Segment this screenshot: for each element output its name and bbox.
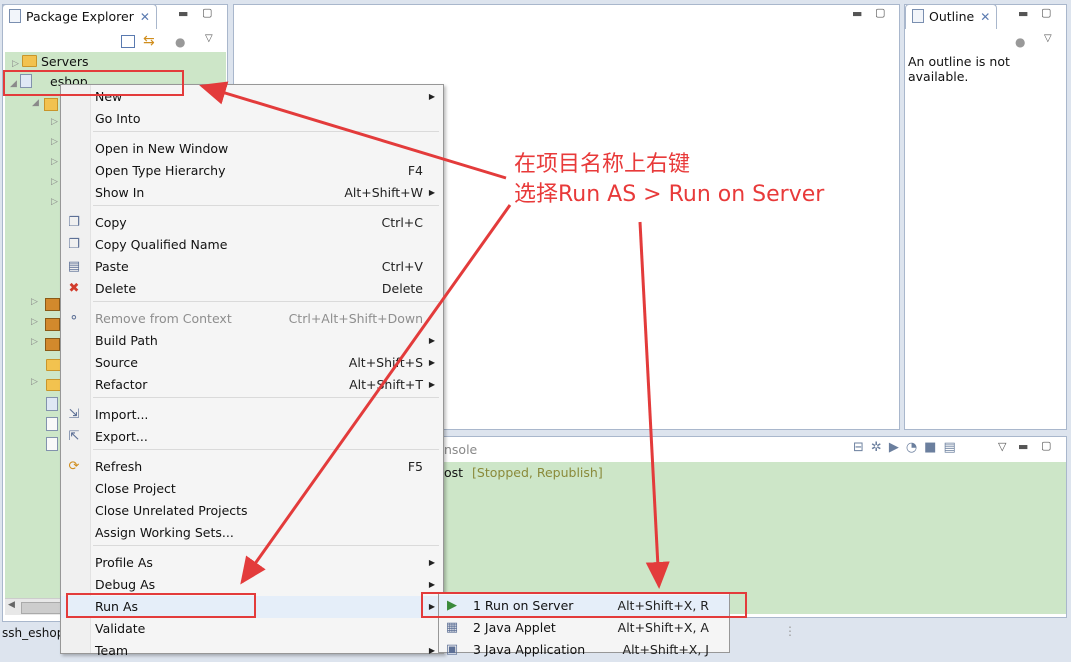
arrow-to-run-as bbox=[240, 204, 512, 585]
arrow-to-run-on-server bbox=[638, 221, 670, 589]
arrow-to-project bbox=[199, 81, 507, 180]
annotation-arrows bbox=[199, 81, 670, 589]
annotation-line-1: 在项目名称上右键 bbox=[514, 152, 691, 177]
annotation-line-2: 选择Run AS > Run on Server bbox=[514, 182, 825, 207]
